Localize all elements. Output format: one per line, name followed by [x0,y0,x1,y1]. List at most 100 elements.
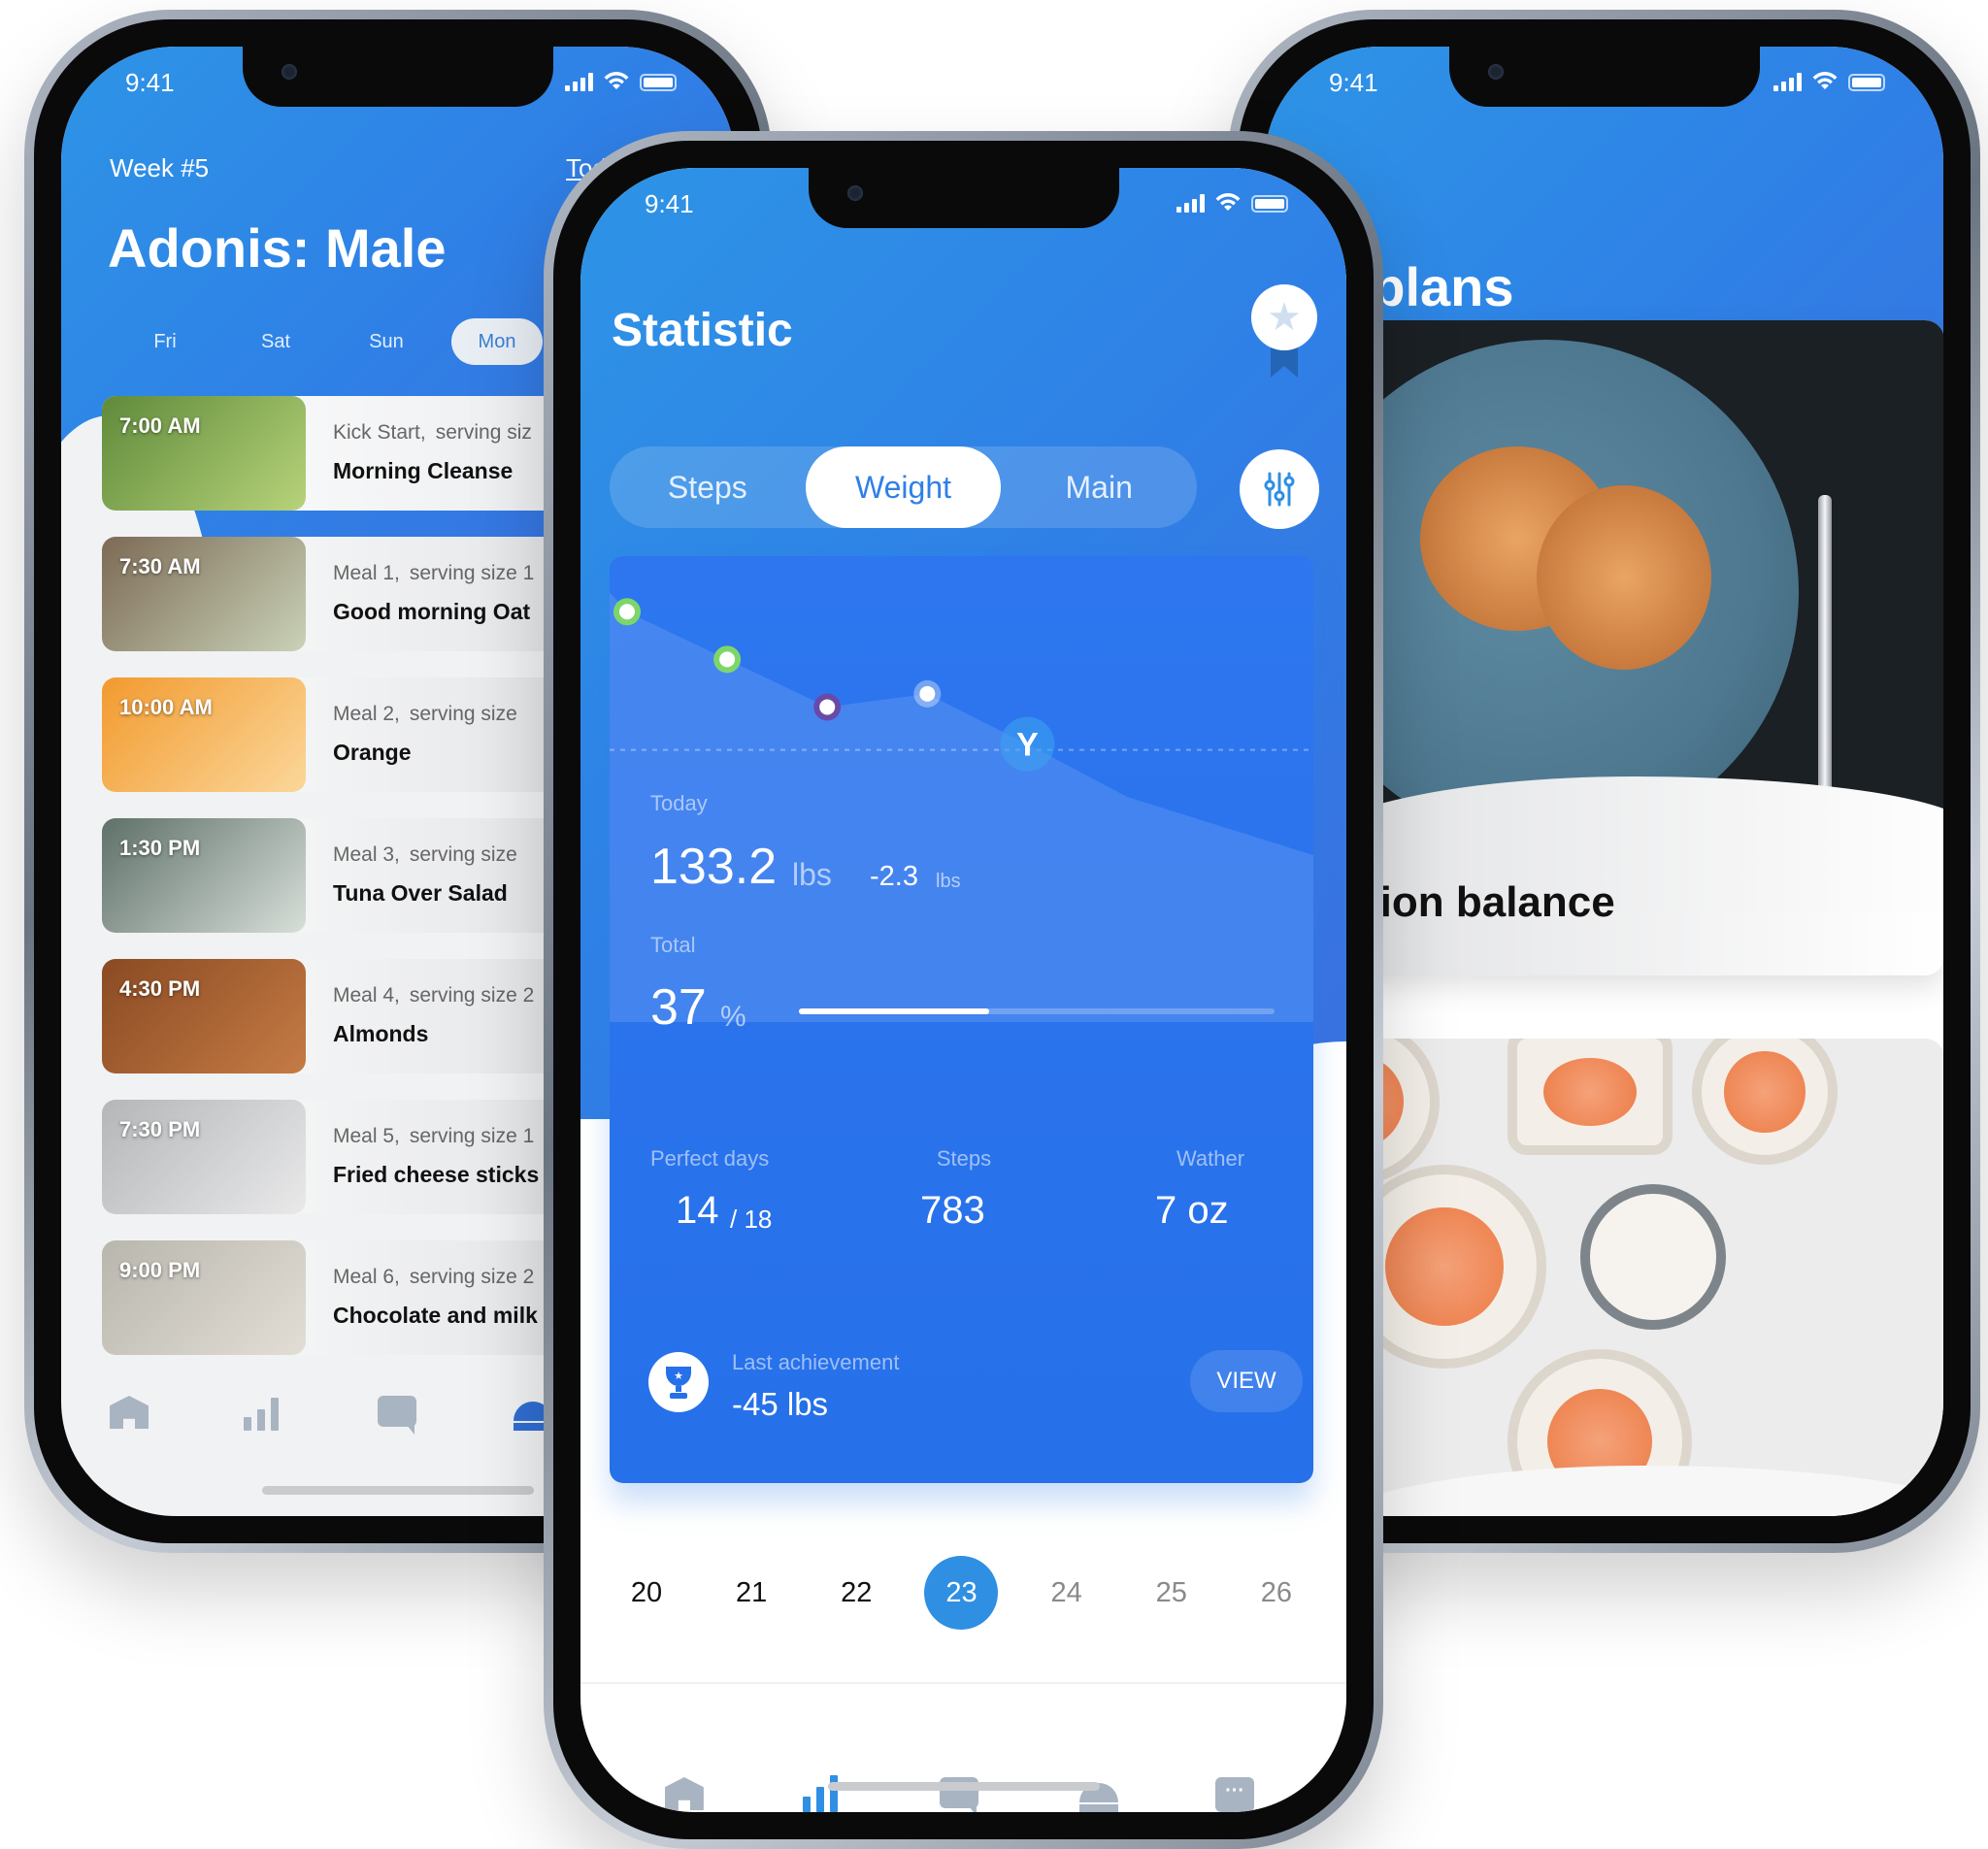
meal-subtitle: Meal 2, serving size [333,703,517,726]
tab-weight[interactable]: Weight [805,446,1002,528]
meal-time: 7:30 AM [119,554,201,578]
award-button[interactable]: ★ [1251,284,1319,381]
today-label: Today [650,791,708,815]
phone-statistic: 9:41 Statistic ★ Steps Weight Main Y Tod… [544,131,1383,1849]
chart-point-3[interactable] [913,679,942,708]
chart-point-2[interactable] [813,693,842,721]
weight-stat-card: Y Today 133.2 lbs -2.3 lbs Total 37 % Pe… [610,556,1313,1483]
meal-plan-card[interactable] [1313,1039,1943,1516]
meal-subtitle: Meal 6, serving size 2 [333,1266,538,1289]
day-tab-sun[interactable]: Sun [331,318,442,365]
date-22[interactable]: 22 [819,1556,893,1630]
nav-home[interactable] [110,1396,156,1435]
weight-delta: -2.3 [870,861,918,892]
nav-stats[interactable] [244,1396,290,1435]
nav-home[interactable] [664,1777,712,1812]
date-26[interactable]: 26 [1240,1556,1313,1630]
meal-name: Orange [333,740,412,765]
trophy-button: ★ [648,1352,709,1412]
tab-main[interactable]: Main [1001,446,1197,528]
camera-icon [282,64,297,80]
meal-time: 1:30 PM [119,836,201,860]
star-icon: ★ [1267,296,1302,339]
home-indicator [262,1486,534,1495]
date-21[interactable]: 21 [714,1556,788,1630]
meal-name: Tuna Over Salad [333,880,508,906]
tab-bar: Steps Weight Main [610,446,1197,528]
meal-serving: serving size 1 [409,562,535,584]
status-time: 9:41 [125,68,175,97]
weight-unit: lbs [792,857,832,892]
meal-subtitle: Kick Start, serving siz [333,421,532,445]
chart-point-0[interactable] [613,598,641,626]
tab-steps[interactable]: Steps [610,446,806,528]
meal-slot: Meal 2, [333,703,400,725]
notch [808,168,1119,228]
day-tab-fri[interactable]: Fri [110,318,220,365]
more-icon: ··· [1215,1777,1255,1812]
meal-slot: Meal 4, [333,984,400,1007]
statistic-screen: 9:41 Statistic ★ Steps Weight Main Y Tod… [580,168,1346,1812]
date-selector: 20 21 22 23 24 25 26 [610,1556,1313,1630]
weight-value: 133.2 [650,839,778,895]
trophy-icon: ★ [666,1367,691,1399]
phone-bezel: 9:41 Statistic ★ Steps Weight Main Y Tod… [553,141,1374,1839]
battery-icon [1848,74,1885,91]
pancake-photo [1313,320,1943,844]
meal-slot: Meal 1, [333,562,400,584]
almonds-image: 4:30 PM [102,959,306,1073]
meal-serving: serving size [409,843,517,866]
chart-point-4[interactable]: Y [1000,716,1055,772]
achievement-label: Last achievement [732,1350,900,1374]
achievement-value: -45 lbs [732,1386,829,1422]
meal-serving: serving size 1 [409,1125,535,1147]
meal-name: Almonds [333,1021,429,1046]
date-23[interactable]: 23 [924,1556,999,1630]
green-drink-image: 7:00 AM [102,396,306,511]
meal-serving: serving size 2 [409,984,535,1007]
signal-icon [565,72,593,91]
meal-slot: Meal 3, [333,843,400,866]
meal-plan-card[interactable]: trition balance [1313,320,1943,975]
delta-unit: lbs [936,871,961,892]
meal-subtitle: Meal 4, serving size 2 [333,984,534,1007]
day-tab-sat[interactable]: Sat [220,318,331,365]
meal-name: Chocolate and milk [333,1303,538,1328]
dish-image [1692,1039,1838,1165]
stat-suffix: / 18 [730,1205,773,1234]
meal-time: 9:00 PM [119,1258,201,1282]
signal-icon [1176,193,1205,213]
meal-serving: serving siz [435,421,532,444]
chart-point-1[interactable] [713,645,742,674]
meal-serving: serving size 2 [409,1266,535,1288]
meal-time: 4:30 PM [119,976,201,1001]
status-time: 9:41 [1329,68,1378,97]
person-icon: Y [1016,727,1039,764]
camera-icon [846,185,863,201]
nav-chat[interactable] [378,1396,424,1435]
stat-value: 783 [920,1189,985,1232]
page-title: Statistic [612,305,793,356]
nav-more[interactable]: ··· [1215,1777,1262,1812]
meal-subtitle: Meal 5, serving size 1 [333,1125,539,1148]
notch [243,47,553,107]
day-selector: Fri Sat Sun Mon [110,318,543,365]
meal-subtitle: Meal 1, serving size 1 [333,562,534,585]
home-indicator [827,1782,1100,1791]
total-unit: % [720,1001,746,1033]
stat-label: Wather [1176,1146,1245,1171]
svg-text:★: ★ [674,1370,683,1382]
view-achievement-button[interactable]: VIEW [1190,1350,1303,1412]
total-value: 37 [650,979,707,1036]
fig-bowl-image [1580,1184,1726,1330]
filter-button[interactable] [1240,449,1319,529]
date-25[interactable]: 25 [1135,1556,1209,1630]
fork-image [1818,495,1832,825]
total-label: Total [650,933,696,957]
day-tab-mon[interactable]: Mon [451,318,543,365]
meal-time: 7:00 AM [119,413,201,438]
date-24[interactable]: 24 [1030,1556,1104,1630]
status-time: 9:41 [645,189,694,218]
meal-serving: serving size [409,703,517,725]
date-20[interactable]: 20 [610,1556,683,1630]
